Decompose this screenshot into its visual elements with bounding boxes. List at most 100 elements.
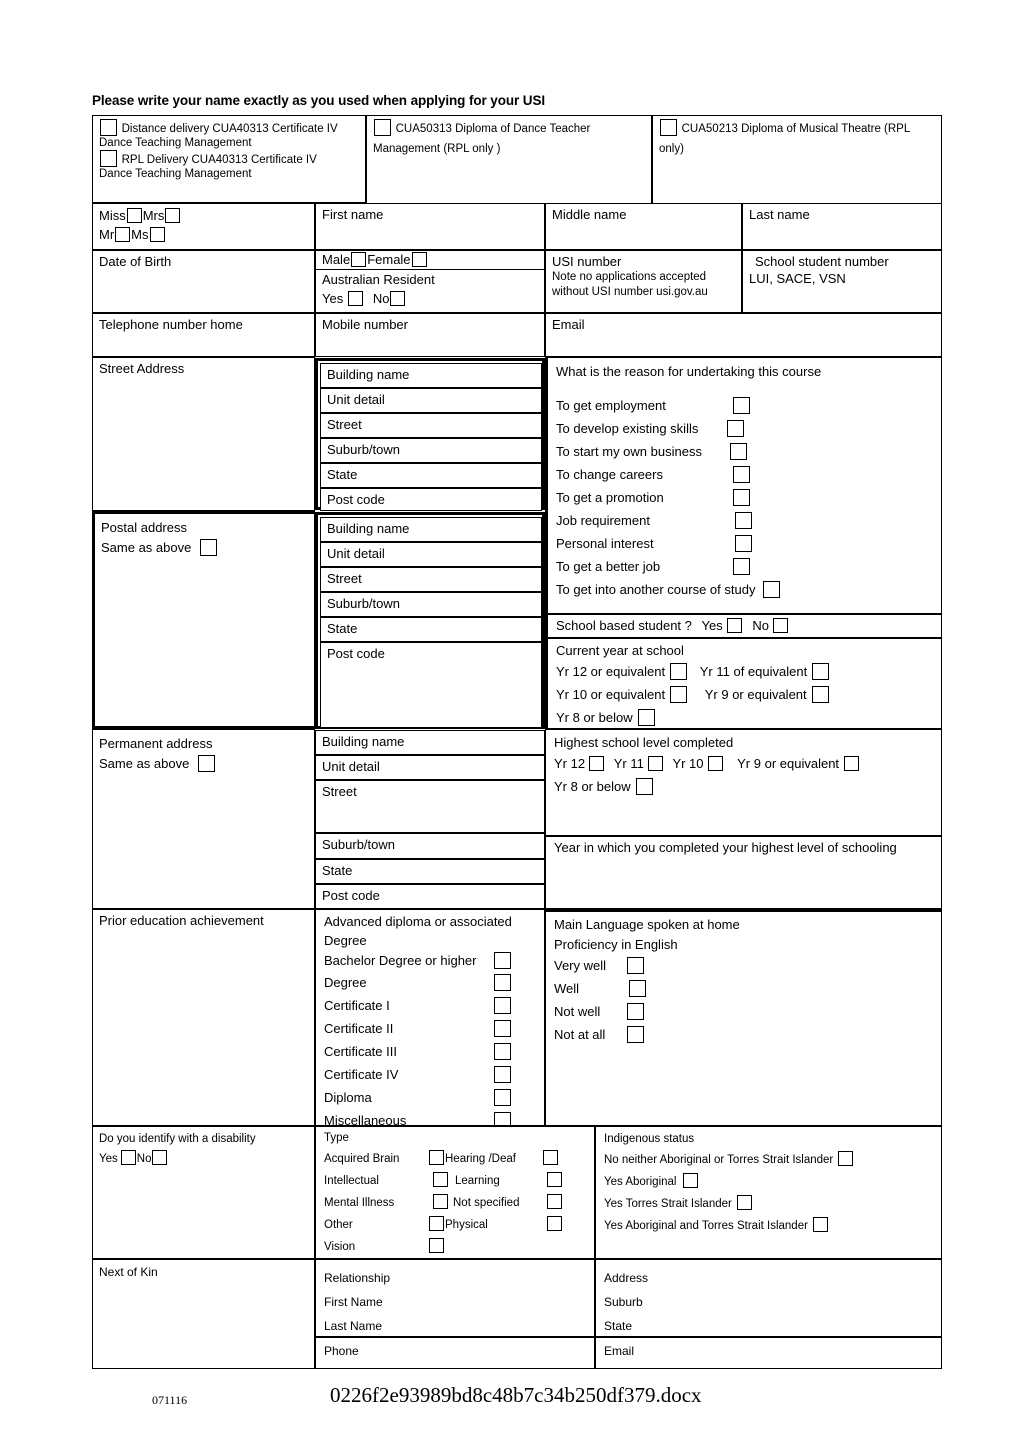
checkbox-rpl-delivery[interactable]	[100, 150, 117, 168]
postal-street-field[interactable]: Street	[320, 567, 542, 592]
mobile-number-field[interactable]: Mobile number	[315, 313, 545, 357]
street-unit-detail-field[interactable]: Unit detail	[320, 388, 542, 413]
language-option-3[interactable]: Not at all	[554, 1024, 936, 1047]
checkbox-highest-year-8[interactable]	[635, 778, 653, 795]
prior-education-option-6[interactable]: Diploma	[324, 1087, 539, 1110]
next-of-kin-address-field[interactable]: Address	[604, 1266, 936, 1290]
checkbox-vision[interactable]	[429, 1238, 444, 1253]
prior-education-option-7[interactable]: Miscellaneous	[324, 1110, 539, 1125]
reason-option-3[interactable]: To change careers	[556, 464, 936, 487]
prior-education-option-2[interactable]: Certificate I	[324, 995, 539, 1018]
checkbox-current-year-8[interactable]	[637, 709, 655, 726]
checkbox-prior-education-0[interactable]	[494, 952, 511, 969]
street-building-name-field[interactable]: Building name	[320, 363, 542, 388]
postal-suburb-field[interactable]: Suburb/town	[320, 592, 542, 617]
checkbox-language-2[interactable]	[627, 1003, 644, 1020]
checkbox-reason-0[interactable]	[733, 397, 750, 414]
street-street-field[interactable]: Street	[320, 413, 542, 438]
reason-option-1[interactable]: To develop existing skills	[556, 418, 936, 441]
checkbox-language-1[interactable]	[629, 980, 646, 997]
next-of-kin-suburb-field[interactable]: Suburb	[604, 1290, 936, 1314]
indigenous-option-2[interactable]: Yes Torres Strait Islander	[604, 1193, 936, 1215]
checkbox-postal-same-as-above[interactable]	[199, 539, 217, 556]
checkbox-indigenous-2[interactable]	[736, 1195, 752, 1210]
language-option-1[interactable]: Well	[554, 978, 936, 1001]
checkbox-mental-illness[interactable]	[433, 1194, 448, 1209]
language-option-0[interactable]: Very well	[554, 955, 936, 978]
permanent-building-name-field[interactable]: Building name	[315, 730, 545, 755]
checkbox-not-specified[interactable]	[547, 1194, 562, 1209]
checkbox-physical[interactable]	[547, 1216, 562, 1231]
checkbox-language-3[interactable]	[627, 1026, 644, 1043]
checkbox-school-based-no[interactable]	[772, 618, 788, 633]
checkbox-miss[interactable]	[126, 208, 142, 223]
reason-option-7[interactable]: To get a better job	[556, 556, 936, 579]
permanent-post-code-field[interactable]: Post code	[315, 884, 545, 909]
reason-option-8[interactable]: To get into another course of study	[556, 579, 936, 602]
next-of-kin-email-field[interactable]: Email	[595, 1337, 942, 1369]
permanent-state-field[interactable]: State	[315, 859, 545, 884]
checkbox-musical-theatre[interactable]	[660, 119, 677, 136]
reason-option-5[interactable]: Job requirement	[556, 510, 936, 533]
checkbox-learning[interactable]	[547, 1172, 562, 1187]
next-of-kin-phone-field[interactable]: Phone	[315, 1337, 595, 1369]
checkbox-reason-3[interactable]	[733, 466, 750, 483]
permanent-street-field[interactable]: Street	[315, 780, 545, 833]
prior-education-option-3[interactable]: Certificate II	[324, 1018, 539, 1041]
reason-option-6[interactable]: Personal interest	[556, 533, 936, 556]
next-of-kin-relationship-field[interactable]: Relationship	[324, 1266, 589, 1290]
checkbox-prior-education-1[interactable]	[494, 974, 511, 991]
checkbox-indigenous-0[interactable]	[838, 1151, 854, 1166]
checkbox-prior-education-4[interactable]	[494, 1043, 511, 1060]
checkbox-disability-no[interactable]	[152, 1150, 168, 1165]
checkbox-prior-education-7[interactable]	[494, 1112, 511, 1125]
checkbox-prior-education-6[interactable]	[494, 1089, 511, 1106]
checkbox-disability-yes[interactable]	[120, 1150, 136, 1165]
prior-education-option-4[interactable]: Certificate III	[324, 1041, 539, 1064]
checkbox-indigenous-1[interactable]	[683, 1173, 699, 1188]
checkbox-reason-4[interactable]	[733, 489, 750, 506]
checkbox-prior-education-5[interactable]	[494, 1066, 511, 1083]
checkbox-mrs[interactable]	[165, 208, 181, 223]
checkbox-reason-5[interactable]	[735, 512, 752, 529]
checkbox-highest-year-11[interactable]	[647, 756, 663, 771]
checkbox-prior-education-2[interactable]	[494, 997, 511, 1014]
checkbox-current-year-9[interactable]	[811, 686, 829, 703]
checkbox-resident-yes[interactable]	[348, 291, 364, 306]
next-of-kin-first-name-field[interactable]: First Name	[324, 1290, 589, 1314]
reason-option-4[interactable]: To get a promotion	[556, 487, 936, 510]
year-completed-schooling-field[interactable]: Year in which you completed your highest…	[545, 836, 942, 909]
checkbox-male[interactable]	[351, 252, 367, 267]
street-state-field[interactable]: State	[320, 463, 542, 488]
first-name-field[interactable]: First name	[315, 203, 545, 250]
checkbox-language-0[interactable]	[627, 957, 644, 974]
street-suburb-field[interactable]: Suburb/town	[320, 438, 542, 463]
school-student-number-field[interactable]: School student number LUI, SACE, VSN	[742, 250, 942, 313]
checkbox-current-year-12[interactable]	[670, 663, 688, 680]
checkbox-dance-teacher[interactable]	[374, 119, 391, 136]
checkbox-mr[interactable]	[115, 227, 131, 242]
usi-number-field[interactable]: USI number Note no applications accepted…	[545, 250, 742, 313]
email-field[interactable]: Email	[545, 313, 942, 357]
checkbox-acquired-brain[interactable]	[429, 1150, 444, 1165]
checkbox-school-based-yes[interactable]	[726, 618, 742, 633]
checkbox-ms[interactable]	[149, 227, 165, 242]
permanent-unit-detail-field[interactable]: Unit detail	[315, 755, 545, 780]
checkbox-resident-no[interactable]	[390, 291, 406, 306]
checkbox-reason-1[interactable]	[727, 420, 744, 437]
street-post-code-field[interactable]: Post code	[320, 488, 542, 511]
postal-state-field[interactable]: State	[320, 617, 542, 642]
checkbox-prior-education-3[interactable]	[494, 1020, 511, 1037]
telephone-home-field[interactable]: Telephone number home	[92, 313, 315, 357]
checkbox-reason-7[interactable]	[733, 558, 750, 575]
checkbox-highest-year-9[interactable]	[844, 756, 860, 771]
indigenous-option-0[interactable]: No neither Aboriginal or Torres Strait I…	[604, 1149, 936, 1171]
prior-education-option-1[interactable]: Degree	[324, 972, 539, 995]
checkbox-intellectual[interactable]	[433, 1172, 448, 1187]
date-of-birth-field[interactable]: Date of Birth	[92, 250, 315, 313]
indigenous-option-1[interactable]: Yes Aboriginal	[604, 1171, 936, 1193]
next-of-kin-last-name-field[interactable]: Last Name	[324, 1314, 589, 1336]
course-option-distance[interactable]: Distance delivery CUA40313 Certificate I…	[99, 119, 360, 136]
checkbox-highest-year-10[interactable]	[707, 756, 723, 771]
reason-option-2[interactable]: To start my own business	[556, 441, 936, 464]
